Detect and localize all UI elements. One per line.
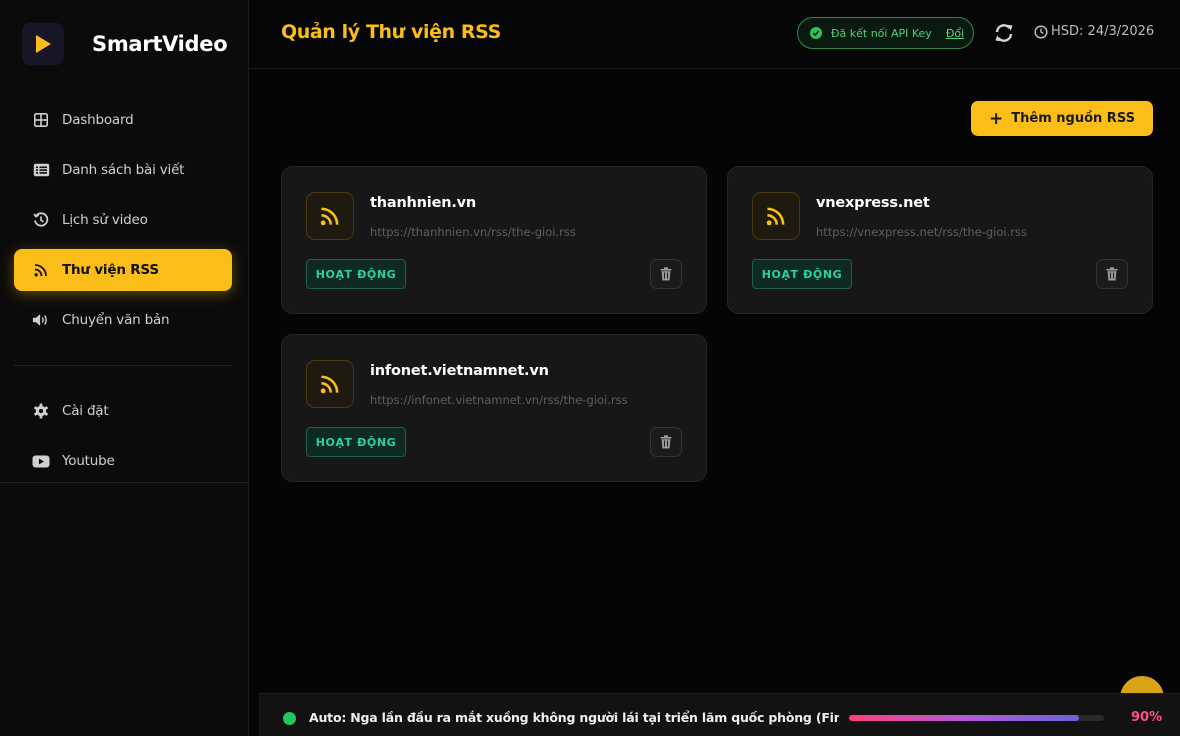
feed-status-badge: HOẠT ĐỘNG <box>306 427 406 457</box>
sidebar-item-label: Cài đặt <box>62 403 109 419</box>
brand[interactable]: SmartVideo <box>22 23 228 65</box>
delete-feed-button[interactable] <box>650 427 682 457</box>
sidebar: SmartVideo Dashboard Danh sách bài viết … <box>0 0 249 736</box>
sidebar-item-rss-library[interactable]: Thư viện RSS <box>14 249 232 291</box>
rss-feed-card: infonet.vietnamnet.vn https://infonet.vi… <box>281 334 707 482</box>
feed-name: thanhnien.vn <box>370 195 477 211</box>
sidebar-item-history[interactable]: Lịch sử video <box>14 199 232 241</box>
delete-feed-button[interactable] <box>1096 259 1128 289</box>
sidebar-item-articles[interactable]: Danh sách bài viết <box>14 149 232 191</box>
add-rss-label: Thêm nguồn RSS <box>1011 111 1135 126</box>
gear-icon <box>32 402 50 420</box>
rss-icon <box>306 360 354 408</box>
rss-icon <box>752 192 800 240</box>
sidebar-item-label: Thư viện RSS <box>62 262 159 278</box>
feed-status-badge: HOẠT ĐỘNG <box>306 259 406 289</box>
trash-icon <box>660 435 672 449</box>
sidebar-item-text-to-speech[interactable]: Chuyển văn bản <box>14 299 232 341</box>
feed-name: infonet.vietnamnet.vn <box>370 363 549 379</box>
top-header: Quản lý Thư viện RSS Đã kết nối API Key … <box>249 0 1180 69</box>
brand-name: SmartVideo <box>92 32 228 56</box>
feed-url: https://vnexpress.net/rss/the-gioi.rss <box>816 225 1027 239</box>
expiry-date: HSD: 24/3/2026 <box>1034 24 1154 39</box>
rss-feed-card: vnexpress.net https://vnexpress.net/rss/… <box>727 166 1153 314</box>
clock-icon <box>1034 24 1048 39</box>
secondary-nav: Cài đặt Youtube <box>14 390 232 490</box>
sidebar-item-label: Lịch sử video <box>62 212 148 228</box>
history-icon <box>32 211 50 229</box>
sidebar-divider <box>0 482 249 483</box>
page-title: Quản lý Thư viện RSS <box>281 21 501 43</box>
change-api-key-link[interactable]: Đổi <box>946 27 964 40</box>
sidebar-item-label: Youtube <box>62 453 115 469</box>
expiry-text: HSD: 24/3/2026 <box>1051 24 1155 39</box>
api-status-badge: Đã kết nối API Key Đổi <box>797 17 974 49</box>
main-nav: Dashboard Danh sách bài viết Lịch sử vid… <box>14 99 232 349</box>
sidebar-item-label: Chuyển văn bản <box>62 312 170 328</box>
rss-icon <box>306 192 354 240</box>
task-status-dot <box>283 712 296 725</box>
nav-divider <box>14 365 232 366</box>
task-progress-bar: Auto: Nga lần đầu ra mắt xuồng không ngư… <box>259 693 1180 736</box>
sidebar-item-label: Danh sách bài viết <box>62 162 185 178</box>
progress-track <box>849 715 1104 721</box>
trash-icon <box>660 267 672 281</box>
refresh-icon <box>995 24 1013 42</box>
task-text: Auto: Nga lần đầu ra mắt xuồng không ngư… <box>309 710 839 725</box>
delete-feed-button[interactable] <box>650 259 682 289</box>
play-logo-icon <box>22 23 64 65</box>
check-circle-icon <box>810 27 822 39</box>
list-icon <box>32 161 50 179</box>
sidebar-item-youtube[interactable]: Youtube <box>14 440 232 482</box>
refresh-button[interactable] <box>993 22 1015 44</box>
rss-icon <box>32 261 50 279</box>
sidebar-item-settings[interactable]: Cài đặt <box>14 390 232 432</box>
grid-icon <box>32 111 50 129</box>
feed-url: https://thanhnien.vn/rss/the-gioi.rss <box>370 225 576 239</box>
api-status-text: Đã kết nối API Key <box>831 26 932 40</box>
feed-url: https://infonet.vietnamnet.vn/rss/the-gi… <box>370 393 628 407</box>
feed-status-badge: HOẠT ĐỘNG <box>752 259 852 289</box>
youtube-icon <box>32 452 50 470</box>
sidebar-item-label: Dashboard <box>62 112 134 128</box>
progress-percent: 90% <box>1131 710 1163 725</box>
plus-icon: + <box>989 108 1004 129</box>
sidebar-item-dashboard[interactable]: Dashboard <box>14 99 232 141</box>
progress-fill <box>849 715 1079 721</box>
trash-icon <box>1106 267 1118 281</box>
volume-icon <box>32 311 50 329</box>
feed-name: vnexpress.net <box>816 195 930 211</box>
add-rss-source-button[interactable]: + Thêm nguồn RSS <box>971 101 1153 136</box>
rss-feed-card: thanhnien.vn https://thanhnien.vn/rss/th… <box>281 166 707 314</box>
